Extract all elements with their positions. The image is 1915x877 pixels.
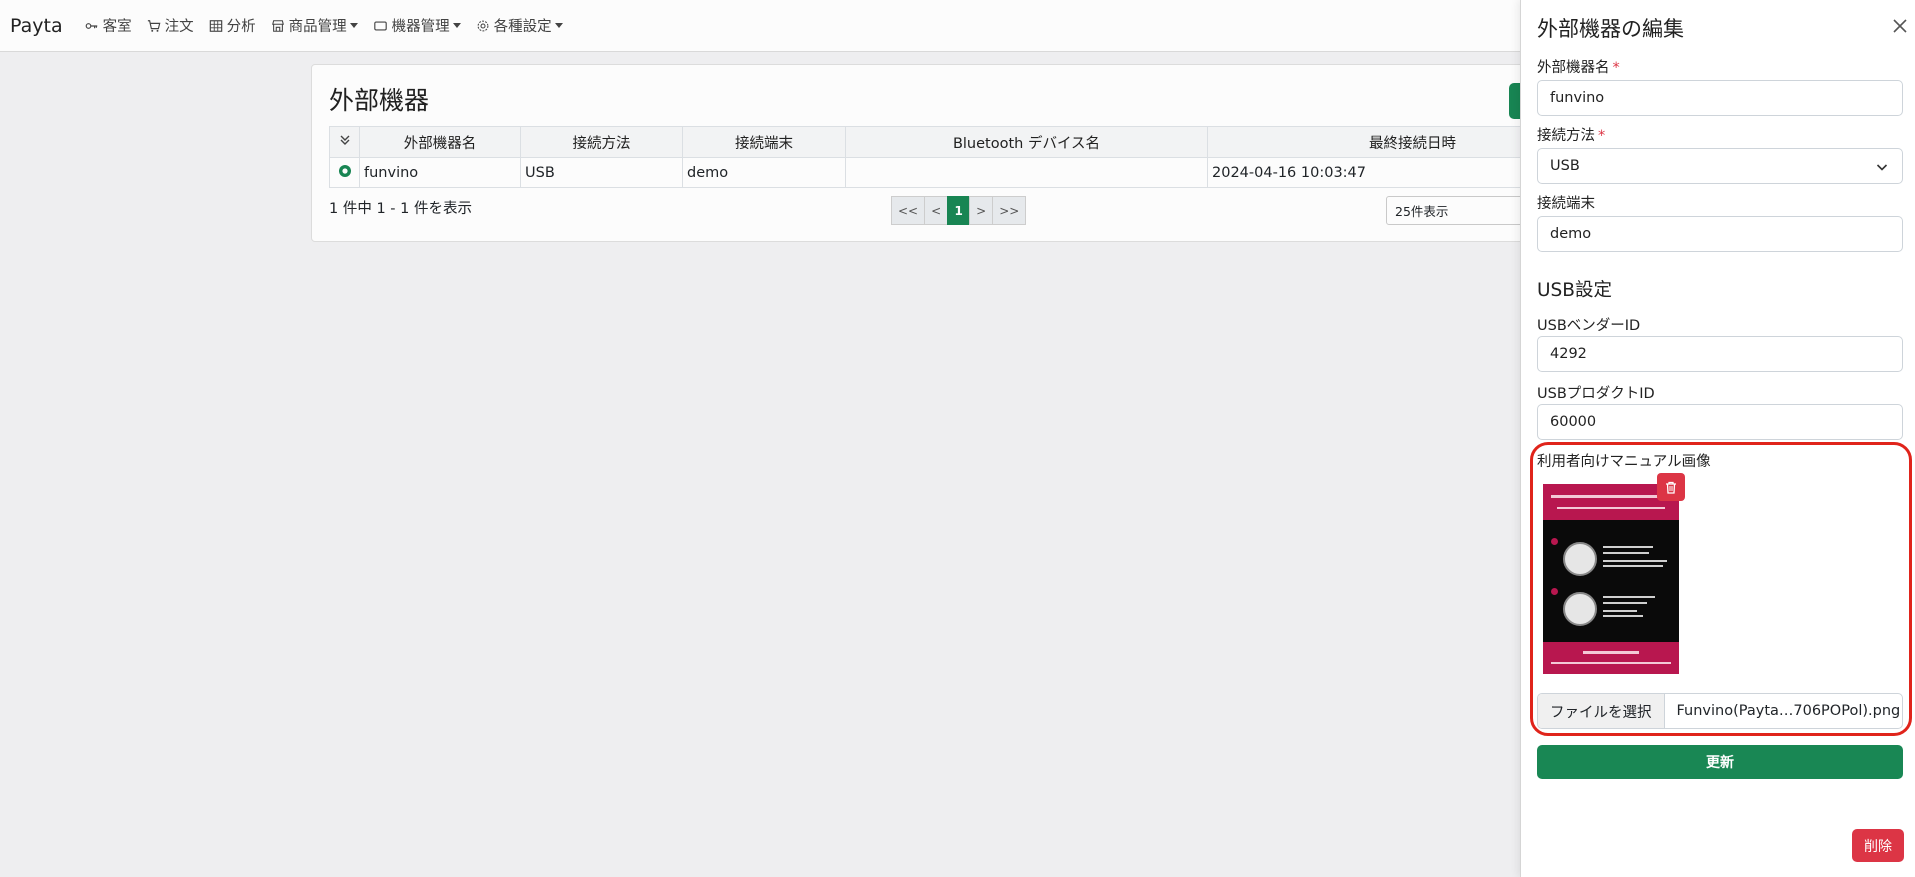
manual-text-line <box>1583 651 1639 654</box>
delete-button[interactable]: 削除 <box>1852 829 1904 862</box>
delete-image-button[interactable] <box>1657 473 1685 501</box>
step-illustration <box>1563 592 1597 626</box>
name-input[interactable]: funvino <box>1537 80 1903 116</box>
step-illustration <box>1563 542 1597 576</box>
name-label-text: 外部機器名 <box>1537 60 1610 76</box>
edit-device-panel: 外部機器の編集 外部機器名 * funvino 接続方法 * USB 接続端末 de… <box>1520 0 1915 877</box>
manual-text-line <box>1603 615 1643 617</box>
manual-text-line <box>1557 507 1665 509</box>
selected-file-name: Funvino(Payta…706POPol).png <box>1676 703 1901 719</box>
manual-image-label: 利用者向けマニュアル画像 <box>1537 454 1711 470</box>
manual-text-line <box>1603 565 1663 567</box>
manual-text-line <box>1551 495 1671 498</box>
chevron-down-icon <box>1876 164 1888 171</box>
manual-file-input[interactable]: ファイルを選択 Funvino(Payta…706POPol).png <box>1537 693 1903 729</box>
terminal-field-label: 接続端末 <box>1537 196 1595 212</box>
product-id-input[interactable]: 60000 <box>1537 404 1903 440</box>
manual-text-line <box>1603 610 1637 612</box>
manual-text-line <box>1603 596 1655 598</box>
vendor-id-label: USBベンダーID <box>1537 318 1641 334</box>
method-label-text: 接続方法 <box>1537 128 1595 144</box>
update-button[interactable]: 更新 <box>1537 745 1903 779</box>
usb-settings-heading: USB設定 <box>1537 280 1612 301</box>
manual-text-line <box>1603 546 1653 548</box>
required-mark: * <box>1612 60 1620 76</box>
terminal-input[interactable]: demo <box>1537 216 1903 252</box>
close-icon[interactable] <box>1889 15 1911 37</box>
method-select-value: USB <box>1550 158 1580 174</box>
method-field-label: 接続方法 * <box>1537 124 1605 145</box>
required-mark: * <box>1598 128 1606 144</box>
panel-title: 外部機器の編集 <box>1537 17 1684 41</box>
method-select[interactable]: USB <box>1537 148 1903 184</box>
manual-text-line <box>1603 602 1647 604</box>
choose-file-button[interactable]: ファイルを選択 <box>1538 694 1665 728</box>
step-number-dot <box>1551 588 1558 595</box>
product-id-label: USBプロダクトID <box>1537 386 1655 402</box>
name-field-label: 外部機器名 * <box>1537 56 1620 77</box>
manual-image-preview <box>1543 484 1679 674</box>
step-number-dot <box>1551 538 1558 545</box>
manual-text-line <box>1603 560 1667 562</box>
panel-backdrop[interactable] <box>0 0 1520 877</box>
manual-text-line <box>1603 552 1649 554</box>
manual-text-line <box>1551 662 1671 664</box>
manual-footer-band <box>1543 642 1679 674</box>
trash-icon <box>1666 481 1676 494</box>
vendor-id-input[interactable]: 4292 <box>1537 336 1903 372</box>
